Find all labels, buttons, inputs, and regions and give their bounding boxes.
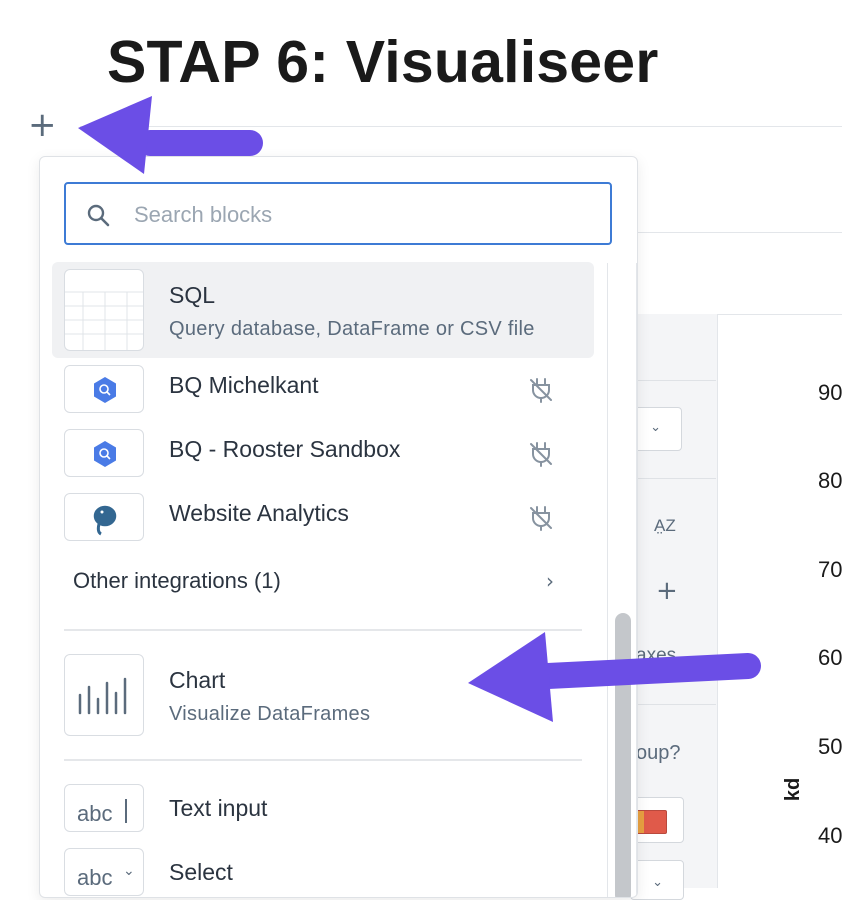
annotation-arrow-icon	[78, 96, 263, 174]
annotation-arrows	[78, 96, 761, 722]
annotation-arrow-icon	[468, 632, 761, 722]
